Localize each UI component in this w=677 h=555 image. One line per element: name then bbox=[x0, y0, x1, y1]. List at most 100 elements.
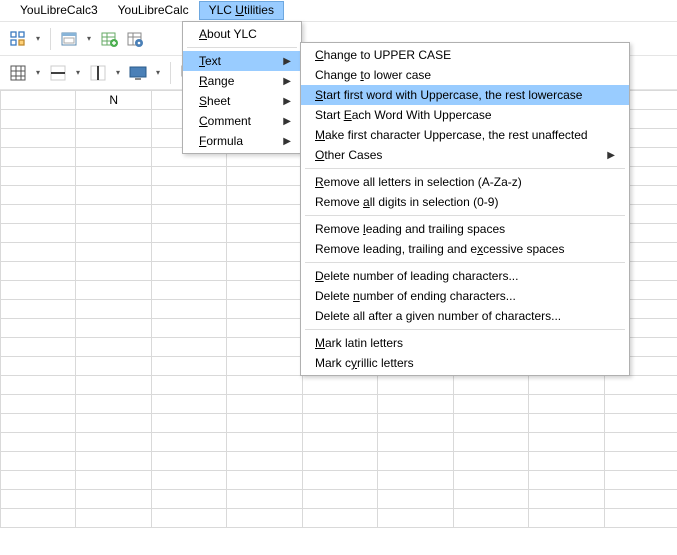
cell[interactable] bbox=[453, 509, 528, 528]
cell[interactable] bbox=[529, 395, 604, 414]
cell[interactable] bbox=[378, 395, 453, 414]
cell[interactable] bbox=[529, 452, 604, 471]
cell[interactable] bbox=[151, 471, 226, 490]
cell[interactable] bbox=[227, 205, 302, 224]
column-header[interactable]: N bbox=[76, 91, 151, 110]
cell[interactable] bbox=[151, 319, 226, 338]
cell[interactable] bbox=[227, 319, 302, 338]
cell[interactable] bbox=[378, 509, 453, 528]
cell[interactable] bbox=[151, 262, 226, 281]
border-h-icon[interactable] bbox=[46, 61, 70, 85]
cell[interactable] bbox=[302, 376, 377, 395]
submenu-item[interactable]: Remove leading and trailing spaces bbox=[301, 219, 629, 239]
cell[interactable] bbox=[76, 205, 151, 224]
cell[interactable] bbox=[151, 243, 226, 262]
cell[interactable] bbox=[302, 414, 377, 433]
cell[interactable] bbox=[76, 281, 151, 300]
cell[interactable] bbox=[453, 376, 528, 395]
cell[interactable] bbox=[529, 490, 604, 509]
chevron-down-icon[interactable]: ▾ bbox=[152, 61, 164, 85]
cell[interactable] bbox=[76, 186, 151, 205]
cell[interactable] bbox=[1, 129, 76, 148]
cell[interactable] bbox=[151, 281, 226, 300]
cell[interactable] bbox=[227, 224, 302, 243]
submenu-item[interactable]: Remove all letters in selection (A-Za-z) bbox=[301, 172, 629, 192]
cell[interactable] bbox=[151, 490, 226, 509]
cell[interactable] bbox=[76, 224, 151, 243]
cell[interactable] bbox=[76, 262, 151, 281]
cell[interactable] bbox=[453, 414, 528, 433]
submenu-item[interactable]: Start Each Word With Uppercase bbox=[301, 105, 629, 125]
cell[interactable] bbox=[1, 243, 76, 262]
cell[interactable] bbox=[151, 186, 226, 205]
submenu-item[interactable]: Delete number of leading characters... bbox=[301, 266, 629, 286]
cell[interactable] bbox=[227, 167, 302, 186]
table-new-icon[interactable] bbox=[97, 27, 121, 51]
cell[interactable] bbox=[1, 110, 76, 129]
cell[interactable] bbox=[76, 357, 151, 376]
table-gear-icon[interactable] bbox=[123, 27, 147, 51]
screen-icon[interactable] bbox=[126, 61, 150, 85]
apps-icon[interactable] bbox=[6, 27, 30, 51]
border-v-icon[interactable] bbox=[86, 61, 110, 85]
cell[interactable] bbox=[1, 433, 76, 452]
menu-item-about-ylc[interactable]: About YLC bbox=[183, 24, 301, 44]
window-icon[interactable] bbox=[57, 27, 81, 51]
cell[interactable] bbox=[604, 490, 677, 509]
cell[interactable] bbox=[1, 148, 76, 167]
cell[interactable] bbox=[1, 167, 76, 186]
cell[interactable] bbox=[529, 376, 604, 395]
cell[interactable] bbox=[1, 452, 76, 471]
chevron-down-icon[interactable]: ▾ bbox=[72, 61, 84, 85]
cell[interactable] bbox=[151, 167, 226, 186]
cell[interactable] bbox=[453, 395, 528, 414]
cell[interactable] bbox=[227, 300, 302, 319]
submenu-item[interactable]: Mark latin letters bbox=[301, 333, 629, 353]
submenu-item[interactable]: Other Cases▶ bbox=[301, 145, 629, 165]
cell[interactable] bbox=[76, 148, 151, 167]
cell[interactable] bbox=[151, 452, 226, 471]
cell[interactable] bbox=[76, 414, 151, 433]
cell[interactable] bbox=[227, 414, 302, 433]
cell[interactable] bbox=[378, 452, 453, 471]
cell[interactable] bbox=[227, 471, 302, 490]
column-header[interactable] bbox=[1, 91, 76, 110]
cell[interactable] bbox=[151, 433, 226, 452]
cell[interactable] bbox=[604, 433, 677, 452]
cell[interactable] bbox=[227, 262, 302, 281]
cell[interactable] bbox=[1, 319, 76, 338]
submenu-item[interactable]: Delete number of ending characters... bbox=[301, 286, 629, 306]
submenu-item[interactable]: Remove all digits in selection (0-9) bbox=[301, 192, 629, 212]
cell[interactable] bbox=[1, 490, 76, 509]
cell[interactable] bbox=[529, 509, 604, 528]
cell[interactable] bbox=[453, 452, 528, 471]
cell[interactable] bbox=[1, 281, 76, 300]
cell[interactable] bbox=[378, 433, 453, 452]
cell[interactable] bbox=[378, 471, 453, 490]
cell[interactable] bbox=[1, 376, 76, 395]
cell[interactable] bbox=[1, 186, 76, 205]
cell[interactable] bbox=[227, 490, 302, 509]
cell[interactable] bbox=[151, 376, 226, 395]
cell[interactable] bbox=[1, 357, 76, 376]
cell[interactable] bbox=[453, 471, 528, 490]
menubar-item-youlibrecalc[interactable]: YouLibreCalc bbox=[108, 1, 199, 20]
cell[interactable] bbox=[604, 414, 677, 433]
menu-item-comment[interactable]: Comment ▶ bbox=[183, 111, 301, 131]
cell[interactable] bbox=[1, 509, 76, 528]
cell[interactable] bbox=[453, 433, 528, 452]
cell[interactable] bbox=[302, 452, 377, 471]
grid-icon[interactable] bbox=[6, 61, 30, 85]
cell[interactable] bbox=[378, 376, 453, 395]
cell[interactable] bbox=[76, 243, 151, 262]
cell[interactable] bbox=[76, 300, 151, 319]
cell[interactable] bbox=[76, 471, 151, 490]
cell[interactable] bbox=[151, 414, 226, 433]
cell[interactable] bbox=[1, 338, 76, 357]
cell[interactable] bbox=[227, 338, 302, 357]
cell[interactable] bbox=[76, 433, 151, 452]
cell[interactable] bbox=[302, 471, 377, 490]
cell[interactable] bbox=[604, 471, 677, 490]
menu-item-sheet[interactable]: Sheet ▶ bbox=[183, 91, 301, 111]
cell[interactable] bbox=[76, 490, 151, 509]
